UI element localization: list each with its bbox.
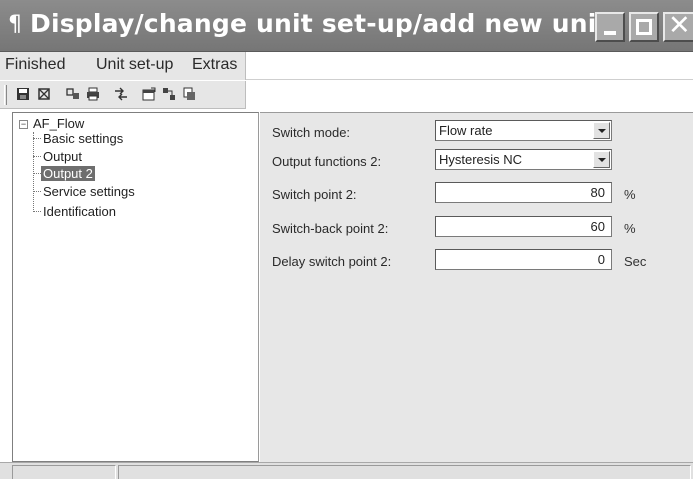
switch-point-input[interactable]: 80: [435, 182, 612, 203]
switch-back-point-label: Switch-back point 2:: [272, 221, 389, 236]
print-icon: [87, 87, 99, 101]
output-functions-value: Hysteresis NC: [439, 152, 523, 167]
window-title: Display/change unit set-up/add new unit: [30, 9, 609, 38]
output-functions-dropdown-button[interactable]: [593, 151, 610, 168]
maximize-button[interactable]: [629, 12, 659, 42]
switch-point-unit: %: [624, 187, 636, 202]
properties-icon: [142, 87, 156, 101]
switch-mode-value: Flow rate: [439, 123, 493, 138]
minimize-icon: [604, 31, 616, 35]
tree-item-output[interactable]: Output: [43, 149, 82, 164]
transfer-icon: [115, 87, 127, 101]
menu-finished[interactable]: Finished: [5, 56, 65, 74]
print-button[interactable]: [84, 85, 102, 103]
properties-button[interactable]: [140, 85, 158, 103]
switch-mode-dropdown-button[interactable]: [593, 122, 610, 139]
menu-bar: Finished Unit set-up Extras: [0, 52, 693, 80]
delay-switch-point-input[interactable]: 0: [435, 249, 612, 270]
status-cell-2: [118, 465, 691, 479]
network-icon: [163, 88, 175, 100]
minimize-button[interactable]: [595, 12, 625, 42]
toolbar: [0, 81, 693, 109]
device-icon: [183, 87, 195, 100]
delay-switch-point-value: 0: [597, 252, 605, 267]
compare-button[interactable]: [64, 85, 82, 103]
settings-icon: [38, 88, 50, 100]
device-button[interactable]: [180, 85, 198, 103]
switch-mode-select[interactable]: Flow rate: [435, 120, 612, 141]
switch-back-point-input[interactable]: 60: [435, 216, 612, 237]
transfer-button[interactable]: [112, 85, 130, 103]
tree-root-af-flow[interactable]: AF_Flow: [33, 116, 84, 131]
collapse-icon[interactable]: −: [19, 120, 28, 129]
menu-extras[interactable]: Extras: [192, 56, 237, 74]
save-button[interactable]: [14, 85, 32, 103]
chevron-down-icon: [598, 158, 606, 162]
tree-item-identification[interactable]: Identification: [43, 204, 116, 219]
status-cell-1: [12, 465, 116, 479]
delay-switch-point-label: Delay switch point 2:: [272, 254, 392, 269]
switch-point-label: Switch point 2:: [272, 187, 357, 202]
output-functions-select[interactable]: Hysteresis NC: [435, 149, 612, 170]
status-bar: [0, 462, 693, 479]
unit-tree[interactable]: − AF_Flow Basic settings Output Output 2…: [12, 112, 259, 462]
close-icon: ✕: [668, 10, 691, 41]
delay-switch-point-unit: Sec: [624, 254, 647, 269]
save-icon: [17, 88, 29, 100]
menu-unit-setup[interactable]: Unit set-up: [96, 56, 173, 74]
paragraph-icon: ¶: [8, 12, 22, 37]
title-bar[interactable]: ¶ Display/change unit set-up/add new uni…: [0, 0, 693, 52]
tree-item-service-settings[interactable]: Service settings: [43, 184, 135, 199]
toolbar-grip[interactable]: [4, 85, 7, 105]
switch-back-point-value: 60: [590, 219, 605, 234]
maximize-icon: [636, 19, 652, 35]
switch-back-point-unit: %: [624, 221, 636, 236]
output-functions-label: Output functions 2:: [272, 154, 382, 169]
compare-icon: [66, 88, 79, 99]
chevron-down-icon: [598, 129, 606, 133]
close-button[interactable]: ✕: [663, 10, 693, 42]
tree-item-basic-settings[interactable]: Basic settings: [43, 131, 123, 146]
switch-mode-label: Switch mode:: [272, 125, 351, 140]
network-button[interactable]: [160, 85, 178, 103]
tree-item-output-2[interactable]: Output 2: [41, 166, 95, 181]
switch-point-value: 80: [590, 185, 605, 200]
settings-button[interactable]: [35, 85, 53, 103]
settings-panel: Switch mode: Flow rate Output functions …: [260, 112, 693, 462]
